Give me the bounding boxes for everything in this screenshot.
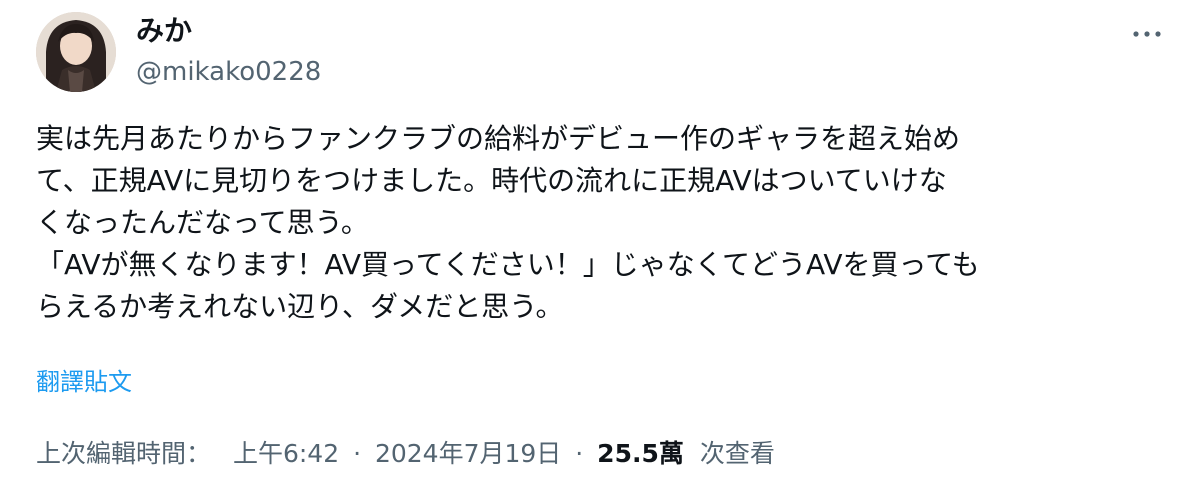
translate-post-link[interactable]: 翻譯貼文 — [36, 366, 132, 398]
more-horizontal-icon — [1133, 31, 1161, 37]
tweet-text-line: 実は先月あたりからファンクラブの給料がデビュー作のギャラを超え始め — [36, 122, 961, 155]
tweet-text-line: 「AVが無くなります！AV買ってください！」じゃなくてどうAVを買っても — [36, 248, 980, 281]
views-label: 次查看 — [699, 439, 775, 468]
views-count: 25.5萬 — [597, 439, 684, 468]
meta-separator: · — [353, 439, 362, 468]
meta-separator: · — [575, 439, 584, 468]
display-name[interactable]: みか — [136, 14, 192, 48]
tweet-meta: 上次編輯時間： 上午6:42 · 2024年7月19日 · 25.5萬 次查看 — [36, 436, 775, 472]
post-date[interactable]: 2024年7月19日 — [375, 436, 561, 472]
tweet-text-line: くなったんだなって思う。 — [36, 206, 369, 239]
more-button[interactable] — [1124, 16, 1170, 52]
avatar-image — [36, 12, 116, 92]
avatar[interactable] — [36, 12, 116, 92]
tweet-text-line: て、正規AVに見切りをつけました。時代の流れに正規AVはついていけな — [36, 164, 947, 197]
tweet-text-line: らえるか考えれない辺り、ダメだと思う。 — [36, 290, 564, 323]
user-handle[interactable]: @mikako0228 — [136, 56, 321, 88]
edited-label: 上次編輯時間： — [36, 439, 212, 468]
tweet-text: 実は先月あたりからファンクラブの給料がデビュー作のギャラを超え始め て、正規AV… — [36, 118, 1166, 328]
post-time[interactable]: 上午6:42 — [233, 436, 339, 472]
tweet-card: みか @mikako0228 実は先月あたりからファンクラブの給料がデビュー作の… — [0, 0, 1196, 496]
